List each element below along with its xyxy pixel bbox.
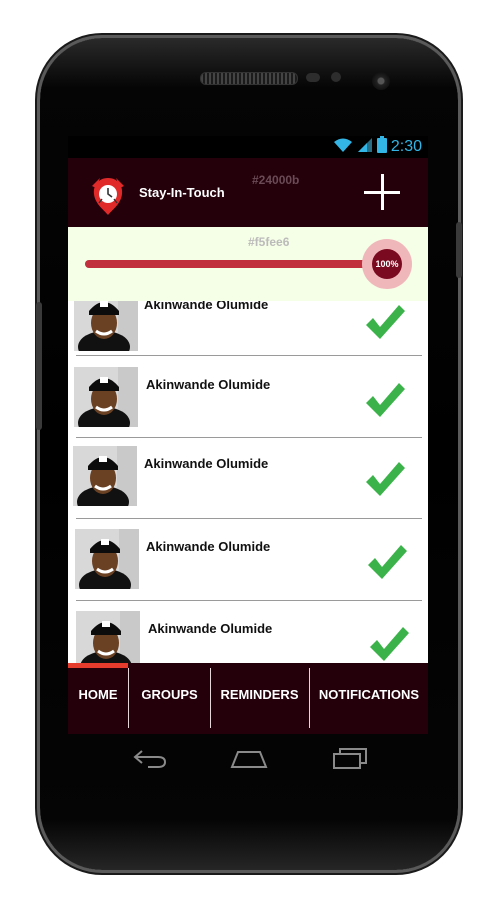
progress-panel: #f5fee6 100% (68, 227, 428, 301)
contact-list[interactable]: Akinwande Olumide Akinwande Olumide Akin… (68, 301, 428, 663)
check-icon (368, 625, 410, 663)
contact-name: Akinwande Olumide (146, 377, 271, 392)
battery-icon (376, 136, 387, 158)
progress-fill (85, 260, 375, 268)
row-divider (76, 518, 422, 519)
progress-bar (85, 260, 375, 268)
tab-notifications[interactable]: NOTIFICATIONS (310, 663, 428, 734)
app-title: Stay-In-Touch (139, 185, 225, 200)
app-header: Stay-In-Touch #24000b (68, 158, 428, 227)
recent-apps-icon[interactable] (332, 746, 368, 775)
list-item[interactable]: Akinwande Olumide (68, 442, 428, 524)
contact-name: Akinwande Olumide (148, 621, 273, 636)
avatar (73, 446, 137, 506)
tab-reminders[interactable]: REMINDERS (211, 663, 308, 734)
front-camera (372, 72, 390, 90)
check-icon (364, 381, 406, 419)
earpiece-speaker (200, 72, 298, 85)
progress-value: 100% (372, 249, 402, 279)
bottom-tab-bar: HOME GROUPS REMINDERS NOTIFICATIONS (68, 663, 428, 734)
status-bar: 2:30 (68, 136, 428, 158)
check-icon (364, 460, 406, 498)
light-sensor (331, 72, 341, 82)
signal-icon (357, 137, 373, 158)
list-item[interactable]: Akinwande Olumide (68, 363, 428, 445)
row-divider (76, 600, 422, 601)
progress-knob[interactable]: 100% (362, 239, 412, 289)
clock: 2:30 (390, 138, 422, 155)
check-icon (366, 543, 408, 581)
contact-name: Akinwande Olumide (144, 301, 269, 312)
proximity-sensor (306, 73, 320, 82)
power-button[interactable] (456, 222, 462, 278)
row-divider (76, 355, 422, 356)
header-color-note: #24000b (252, 173, 300, 187)
avatar (76, 611, 140, 663)
alarm-clock-logo-icon (90, 172, 126, 216)
check-icon (364, 303, 406, 341)
tab-home[interactable]: HOME (68, 663, 128, 734)
home-icon[interactable] (230, 748, 268, 775)
wifi-icon (333, 137, 353, 158)
contact-name: Akinwande Olumide (144, 456, 269, 471)
volume-button[interactable] (36, 302, 42, 430)
panel-color-note: #f5fee6 (248, 235, 290, 249)
avatar (75, 529, 139, 589)
app-screen: 2:30 Stay-In-Touch #24000b #f5fee6 100% (68, 136, 428, 734)
back-icon[interactable] (132, 748, 168, 775)
tab-groups[interactable]: GROUPS (129, 663, 210, 734)
plus-icon[interactable] (364, 174, 400, 210)
list-item[interactable]: Akinwande Olumide (68, 301, 428, 371)
row-divider (76, 437, 422, 438)
avatar (74, 367, 138, 427)
avatar (74, 301, 138, 351)
list-item[interactable]: Akinwande Olumide (68, 605, 428, 663)
list-item[interactable]: Akinwande Olumide (68, 523, 428, 605)
contact-name: Akinwande Olumide (146, 539, 271, 554)
